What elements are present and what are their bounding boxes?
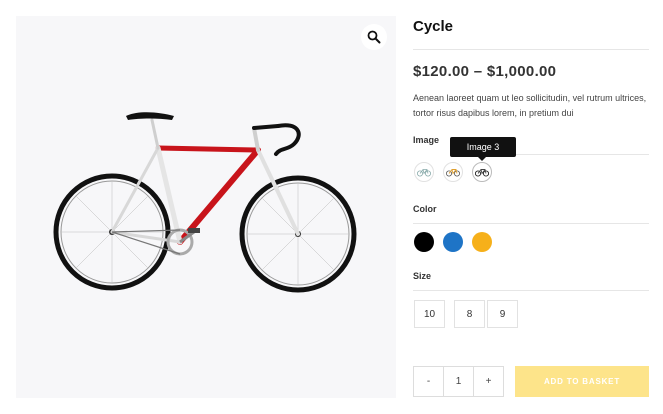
- magnifier-icon: [367, 30, 381, 44]
- product-title: Cycle: [413, 18, 454, 35]
- bicycle-icon: [475, 169, 489, 177]
- quantity-minus-button[interactable]: -: [414, 367, 443, 396]
- quantity-input[interactable]: 1: [443, 367, 474, 396]
- image-swatch-3[interactable]: [472, 162, 492, 182]
- color-swatch-yellow[interactable]: [472, 232, 492, 252]
- product-price: $120.00 – $1,000.00: [413, 63, 557, 80]
- size-option-10[interactable]: 10: [414, 300, 445, 328]
- divider: [413, 290, 649, 291]
- add-to-basket-button[interactable]: ADD TO BASKET: [515, 366, 649, 397]
- image-swatch-tooltip: Image 3: [450, 137, 516, 161]
- image-attribute-label: Image: [413, 135, 440, 145]
- product-image-bicycle: [53, 112, 357, 293]
- divider: [413, 49, 649, 50]
- size-attribute-label: Size: [413, 271, 432, 281]
- color-swatch-blue[interactable]: [443, 232, 463, 252]
- color-swatch-black[interactable]: [414, 232, 434, 252]
- image-swatch-2[interactable]: [443, 162, 463, 182]
- zoom-button[interactable]: [361, 24, 387, 50]
- image-swatch-1[interactable]: [414, 162, 434, 182]
- size-option-9[interactable]: 9: [487, 300, 518, 328]
- bicycle-icon: [417, 169, 431, 177]
- color-attribute-label: Color: [413, 204, 437, 214]
- divider: [413, 223, 649, 224]
- product-description: Aenean laoreet quam ut leo sollicitudin,…: [413, 93, 647, 118]
- quantity-stepper: - 1 +: [413, 366, 504, 397]
- size-option-8[interactable]: 8: [454, 300, 485, 328]
- quantity-plus-button[interactable]: +: [474, 367, 503, 396]
- bicycle-icon: [446, 169, 460, 177]
